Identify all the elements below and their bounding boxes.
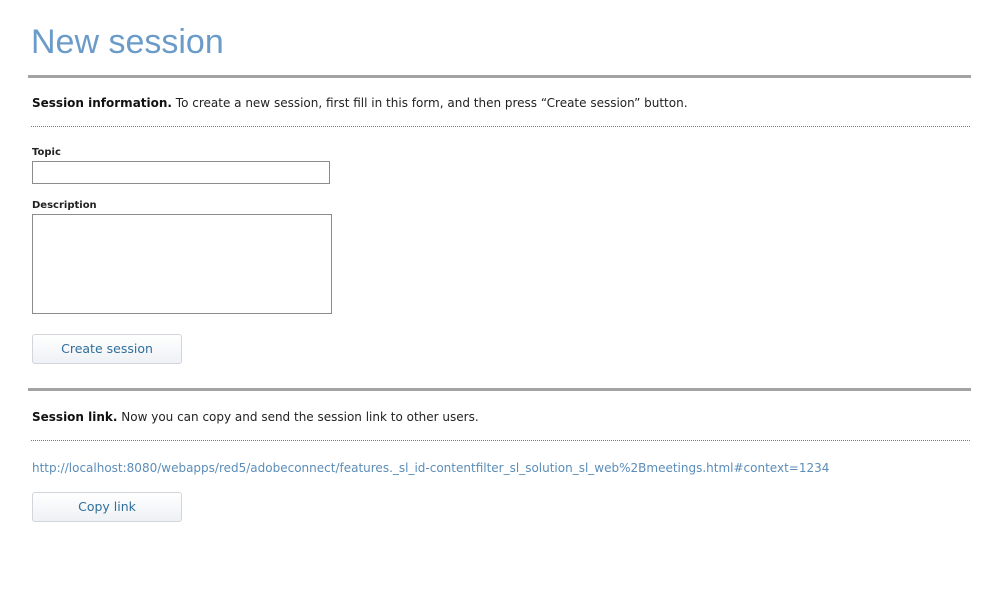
description-textarea[interactable] xyxy=(32,214,332,314)
session-link-dotted-divider xyxy=(31,440,970,441)
topic-label: Topic xyxy=(32,147,61,158)
session-link-intro: Session link. Now you can copy and send … xyxy=(32,409,479,425)
topic-input[interactable] xyxy=(32,161,330,184)
section-divider-top xyxy=(28,75,971,78)
session-link-text: Now you can copy and send the session li… xyxy=(117,410,479,424)
create-session-button[interactable]: Create session xyxy=(32,334,182,364)
session-link-heading: Session link. xyxy=(32,410,118,424)
section-divider-middle xyxy=(28,388,971,391)
session-info-text: To create a new session, first fill in t… xyxy=(171,96,688,110)
new-session-page: New session Session information. To crea… xyxy=(0,0,1000,600)
session-info-intro: Session information. To create a new ses… xyxy=(32,95,688,111)
page-title: New session xyxy=(31,23,224,61)
session-link-url[interactable]: http://localhost:8080/webapps/red5/adobe… xyxy=(32,460,829,476)
description-label: Description xyxy=(32,200,97,211)
session-info-dotted-divider xyxy=(31,126,970,127)
copy-link-button[interactable]: Copy link xyxy=(32,492,182,522)
session-info-heading: Session information. xyxy=(32,96,172,110)
